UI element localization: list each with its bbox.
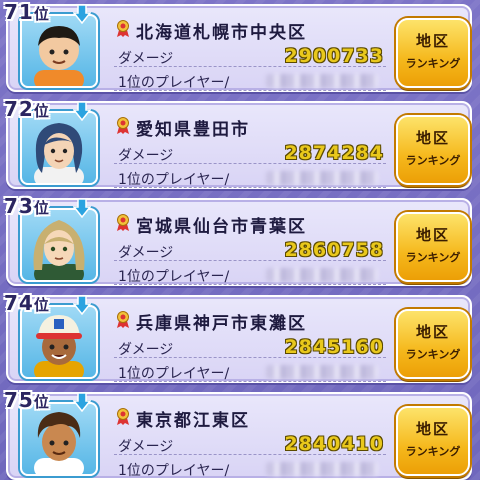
player-avatar — [20, 111, 98, 185]
region-ranking-button[interactable]: 地区 ランキング — [396, 18, 470, 88]
region-name: 愛知県豊田市 — [136, 120, 250, 140]
top-player-name-blurred — [266, 462, 378, 476]
region-ranking-button[interactable]: 地区 ランキング — [396, 115, 470, 185]
region-name: 兵庫県神戸市東灘区 — [136, 314, 307, 334]
button-label-line2: ランキング — [405, 251, 461, 264]
down-arrow-icon — [72, 295, 92, 316]
region-ranking-button[interactable]: 地区 ランキング — [396, 406, 470, 476]
ranking-row: 愛知県豊田市 ダメージ 2874284 1位のプレイヤー/ 地区 ランキング 7… — [0, 97, 480, 189]
rank-number: 71位 — [4, 0, 50, 24]
top-player-name-blurred — [266, 74, 378, 88]
damage-label: ダメージ — [118, 245, 174, 261]
damage-label: ダメージ — [118, 342, 174, 358]
top-player-label: 1位のプレイヤー/ — [118, 172, 230, 188]
down-arrow-icon — [72, 392, 92, 413]
damage-label: ダメージ — [118, 51, 174, 67]
ranking-row: 北海道札幌市中央区 ダメージ 2900733 1位のプレイヤー/ 地区 ランキン… — [0, 0, 480, 92]
down-arrow-icon — [72, 198, 92, 219]
ranking-row: 東京都江東区 ダメージ 2840410 1位のプレイヤー/ 地区 ランキング 7… — [0, 388, 480, 480]
damage-value: 2874284 — [284, 142, 384, 164]
button-label-line1: 地区 — [415, 32, 450, 50]
region-name: 北海道札幌市中央区 — [136, 23, 307, 43]
button-label-line2: ランキング — [405, 57, 461, 70]
medal-icon — [116, 20, 130, 38]
button-label-line2: ランキング — [405, 154, 461, 167]
divider — [114, 454, 386, 455]
divider — [114, 284, 386, 285]
top-player-label: 1位のプレイヤー/ — [118, 75, 230, 91]
top-player-label: 1位のプレイヤー/ — [118, 463, 230, 479]
divider — [114, 187, 386, 188]
top-player-name-blurred — [266, 365, 378, 379]
region-name: 東京都江東区 — [136, 411, 250, 431]
region-ranking-button[interactable]: 地区 ランキング — [396, 212, 470, 282]
divider — [114, 163, 386, 164]
player-avatar — [20, 305, 98, 379]
top-player-label: 1位のプレイヤー/ — [118, 366, 230, 382]
damage-value: 2845160 — [284, 336, 384, 358]
rank-number: 72位 — [4, 97, 50, 121]
medal-icon — [116, 408, 130, 426]
damage-label: ダメージ — [118, 148, 174, 164]
down-arrow-icon — [72, 4, 92, 25]
rank-number: 74位 — [4, 291, 50, 315]
damage-value: 2900733 — [284, 45, 384, 67]
divider — [114, 66, 386, 67]
down-arrow-icon — [72, 101, 92, 122]
button-label-line1: 地区 — [415, 420, 450, 438]
player-avatar — [20, 208, 98, 282]
medal-icon — [116, 214, 130, 232]
medal-icon — [116, 311, 130, 329]
divider — [114, 260, 386, 261]
rank-number: 73位 — [4, 194, 50, 218]
button-label-line1: 地区 — [415, 226, 450, 244]
damage-label: ダメージ — [118, 439, 174, 455]
region-name: 宮城県仙台市青葉区 — [136, 217, 307, 237]
top-player-name-blurred — [266, 268, 378, 282]
divider — [114, 90, 386, 91]
divider — [114, 381, 386, 382]
player-avatar — [20, 14, 98, 88]
ranking-row: 兵庫県神戸市東灘区 ダメージ 2845160 1位のプレイヤー/ 地区 ランキン… — [0, 291, 480, 383]
divider — [114, 357, 386, 358]
player-avatar — [20, 402, 98, 476]
button-label-line1: 地区 — [415, 323, 450, 341]
top-player-name-blurred — [266, 171, 378, 185]
medal-icon — [116, 117, 130, 135]
region-ranking-button[interactable]: 地区 ランキング — [396, 309, 470, 379]
rank-number: 75位 — [4, 388, 50, 412]
button-label-line2: ランキング — [405, 445, 461, 458]
top-player-label: 1位のプレイヤー/ — [118, 269, 230, 285]
damage-value: 2860758 — [284, 239, 384, 261]
button-label-line2: ランキング — [405, 348, 461, 361]
ranking-row: 宮城県仙台市青葉区 ダメージ 2860758 1位のプレイヤー/ 地区 ランキン… — [0, 194, 480, 286]
button-label-line1: 地区 — [415, 129, 450, 147]
damage-value: 2840410 — [284, 433, 384, 455]
